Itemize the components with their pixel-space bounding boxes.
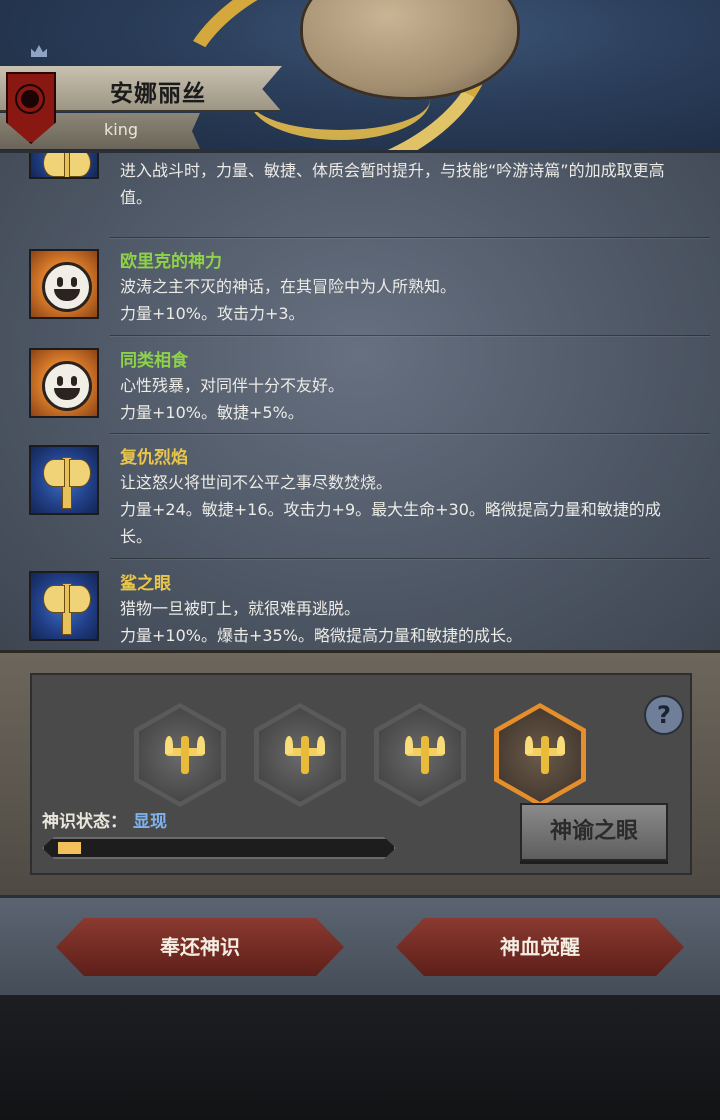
sun-emblem-icon xyxy=(21,90,39,108)
crown-icon xyxy=(31,45,47,57)
awakening-inner: ? 神识状态： 显现 神谕之眼 xyxy=(30,673,692,875)
divider xyxy=(110,433,710,434)
trait-description: 进入战斗时，力量、敏捷、体质会暂时提升，与技能“吟游诗篇”的加成取更高值。 xyxy=(120,161,665,207)
trait-description: 让这怒火将世间不公平之事尽数焚烧。 力量+24。敏捷+16。攻击力+9。最大生命… xyxy=(120,473,661,546)
return-divinity-button[interactable]: 奉还神识 xyxy=(56,918,344,976)
help-button[interactable]: ? xyxy=(644,695,684,735)
trait-name: 鲨之眼 xyxy=(120,574,171,594)
divine-slot-active[interactable] xyxy=(494,703,586,807)
bottom-background xyxy=(0,995,720,1120)
trait-name: 欧里克的神力 xyxy=(120,252,222,272)
smile-face-icon xyxy=(29,249,99,319)
status-value: 显现 xyxy=(133,812,167,832)
trait-description: 波涛之主不灭的神话，在其冒险中为人所熟知。 力量+10%。攻击力+3。 xyxy=(120,277,457,323)
hero-title: king xyxy=(104,120,139,139)
oracle-eye-button[interactable]: 神谕之眼 xyxy=(520,803,668,861)
divine-slot[interactable] xyxy=(134,703,226,807)
axe-icon xyxy=(29,571,99,641)
divider xyxy=(110,558,710,559)
status-label: 神识状态： xyxy=(42,812,127,832)
trident-icon xyxy=(525,736,565,774)
trident-icon xyxy=(285,736,325,774)
divider xyxy=(110,335,710,336)
smile-face-icon xyxy=(29,348,99,418)
action-bar: 奉还神识 神血觉醒 xyxy=(0,895,720,998)
divine-slot[interactable] xyxy=(254,703,346,807)
divine-progress-bar xyxy=(42,837,396,859)
hero-name: 安娜丽丝 xyxy=(110,81,206,107)
trident-icon xyxy=(405,736,445,774)
progress-fill xyxy=(58,842,81,854)
divine-status: 神识状态： 显现 xyxy=(42,807,167,832)
divine-awakening-panel: ? 神识状态： 显现 神谕之眼 xyxy=(0,650,720,898)
trait-name: 同类相食 xyxy=(120,351,188,371)
axe-icon xyxy=(29,153,99,179)
trident-icon xyxy=(165,736,205,774)
trait-description: 猎物一旦被盯上，就很难再逃脱。 力量+10%。爆击+35%。略微提高力量和敏捷的… xyxy=(120,599,522,645)
axe-icon xyxy=(29,445,99,515)
trait-list[interactable]: 进入战斗时，力量、敏捷、体质会暂时提升，与技能“吟游诗篇”的加成取更高值。 欧里… xyxy=(0,150,720,653)
trait-description: 心性残暴，对同伴十分不友好。 力量+10%。敏捷+5%。 xyxy=(120,376,345,422)
trait-name: 复仇烈焰 xyxy=(120,448,188,468)
divider xyxy=(110,237,710,238)
blood-awaken-button[interactable]: 神血觉醒 xyxy=(396,918,684,976)
divine-slot[interactable] xyxy=(374,703,466,807)
